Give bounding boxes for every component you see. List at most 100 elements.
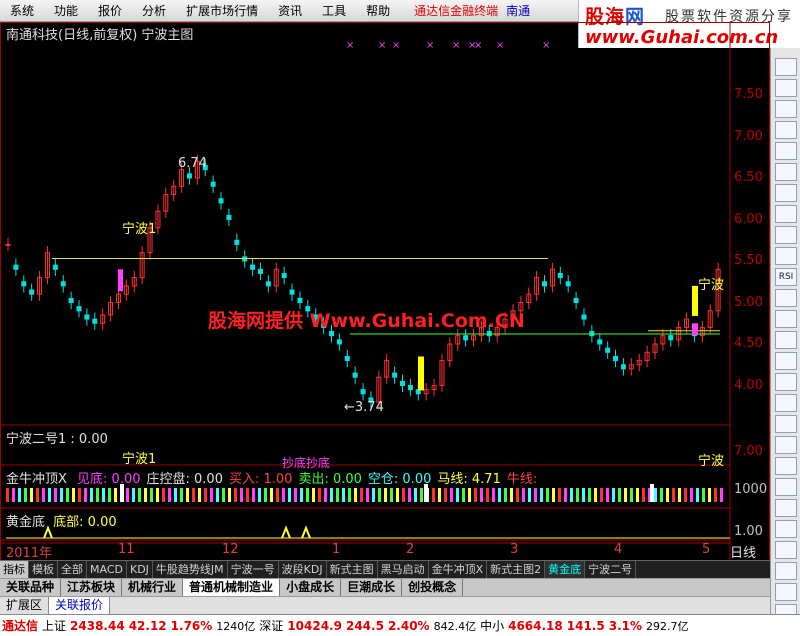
sector-tab[interactable]: 关联品种 <box>0 579 62 596</box>
toolbar-button[interactable] <box>775 79 797 97</box>
sector-tab[interactable]: 普通机械制造业 <box>183 579 281 596</box>
toolbar-button[interactable] <box>775 58 797 76</box>
volume-bar <box>6 488 9 502</box>
panel2-axis: 1000 <box>734 482 768 497</box>
price-tick-label: 7.50 <box>734 87 763 102</box>
volume-bar <box>12 488 15 502</box>
candle-body <box>360 389 366 395</box>
ext-tab[interactable]: 扩展区 <box>0 597 50 614</box>
candle-body <box>597 339 603 345</box>
stock-name-short: 南通 <box>506 4 531 18</box>
volume-bar <box>234 488 237 502</box>
toolbar-button[interactable] <box>775 142 797 160</box>
menu-quote[interactable]: 报价 <box>88 0 132 22</box>
indicator-tab[interactable]: 波段KDJ <box>279 561 327 578</box>
toolbar-button[interactable] <box>775 562 797 580</box>
toolbar-button[interactable]: RSI <box>775 268 797 286</box>
toolbar-button[interactable] <box>775 184 797 202</box>
indicator-tab[interactable]: KDJ <box>127 561 153 578</box>
candle-body <box>21 281 27 287</box>
toolbar-button[interactable] <box>775 163 797 181</box>
candle-body <box>76 306 82 312</box>
ext-tab[interactable]: 关联报价 <box>49 597 111 614</box>
toolbar-button[interactable] <box>775 247 797 265</box>
panel2-name: 金牛冲顶X <box>6 472 67 487</box>
indicator-tab[interactable]: 黑马启动 <box>378 561 429 578</box>
sector-tab[interactable]: 创投概念 <box>402 579 464 596</box>
toolbar-button[interactable] <box>775 478 797 496</box>
toolbar-button[interactable] <box>775 352 797 370</box>
indicator-tab[interactable]: 全部 <box>58 561 87 578</box>
top-marker: × <box>392 40 400 51</box>
period-label[interactable]: 日线 <box>730 542 756 561</box>
toolbar-button[interactable] <box>775 499 797 517</box>
volume-bar <box>600 488 603 502</box>
menu-tools[interactable]: 工具 <box>312 0 356 22</box>
zx-index-pct: 3.1% <box>608 618 642 633</box>
volume-bar <box>660 488 663 502</box>
candle-body <box>68 297 74 304</box>
sector-tab[interactable]: 机械行业 <box>122 579 184 596</box>
sz-index-change: 244.5 <box>345 618 384 633</box>
menu-system[interactable]: 系统 <box>0 0 44 22</box>
indicator-tab[interactable]: 牛股趋势线JM <box>153 561 228 578</box>
sector-tab[interactable]: 小盘成长 <box>280 579 342 596</box>
menu-help[interactable]: 帮助 <box>356 0 400 22</box>
sector-tab[interactable]: 江苏板块 <box>61 579 123 596</box>
toolbar-button[interactable] <box>775 436 797 454</box>
toolbar-button[interactable] <box>775 373 797 391</box>
zx-index-name[interactable]: 中小 <box>478 617 506 634</box>
top-marker: × <box>378 40 386 51</box>
candle-body <box>265 281 271 287</box>
menu-function[interactable]: 功能 <box>44 0 88 22</box>
toolbar-button[interactable] <box>775 541 797 559</box>
toolbar-button[interactable] <box>775 520 797 538</box>
volume-bar <box>228 488 231 502</box>
toolbar-button[interactable] <box>775 205 797 223</box>
sector-tab[interactable]: 巨潮成长 <box>341 579 403 596</box>
price-tick-label: 4.50 <box>734 336 763 351</box>
volume-bar <box>420 488 423 502</box>
indicator-tab[interactable]: 宁波二号 <box>585 561 637 578</box>
volume-bar <box>48 488 51 502</box>
panel2-field: 卖出: 0.00 <box>298 472 362 487</box>
toolbar-button[interactable] <box>775 289 797 307</box>
sz-index-pct: 2.40% <box>387 618 430 633</box>
volume-bar <box>30 488 33 502</box>
candle-body <box>407 385 413 391</box>
indicator-tab[interactable]: 指标 <box>0 561 29 578</box>
toolbar-button[interactable] <box>775 394 797 412</box>
sh-index-name[interactable]: 上证 <box>40 617 68 634</box>
indicator-tab[interactable]: 宁波一号 <box>228 561 279 578</box>
panel2-header: 金牛冲顶X 见底: 0.00 庄控盘: 0.00 买入: 1.00 卖出: 0.00 空… <box>6 468 537 487</box>
indicator-tab[interactable]: 金牛冲顶X <box>429 561 488 578</box>
menu-info[interactable]: 资讯 <box>268 0 312 22</box>
toolbar-button[interactable] <box>775 121 797 139</box>
volume-bar <box>696 488 699 502</box>
indicator-tab[interactable]: MACD <box>87 561 127 578</box>
volume-bar <box>186 488 189 502</box>
toolbar-button[interactable] <box>775 415 797 433</box>
menu-analysis[interactable]: 分析 <box>132 0 176 22</box>
panel2-field: 买入: 1.00 <box>228 472 293 487</box>
toolbar-button[interactable] <box>775 310 797 328</box>
indicator-tab[interactable]: 黄金底 <box>545 561 586 578</box>
indicator-tab[interactable]: 新式主图 <box>327 561 378 578</box>
ext-tabbar: 扩展区 关联报价 <box>0 596 770 614</box>
candle-body <box>5 243 11 246</box>
date-tick-label: 12 <box>222 542 239 557</box>
indicator-tab[interactable]: 新式主图2 <box>487 561 546 578</box>
sz-index-name[interactable]: 深证 <box>257 617 285 634</box>
signal-ningbo1: 宁波1 <box>122 222 157 237</box>
toolbar-button[interactable] <box>775 100 797 118</box>
indicator-tab[interactable]: 模板 <box>29 561 58 578</box>
toolbar-button[interactable] <box>775 331 797 349</box>
volume-bar <box>408 488 411 502</box>
volume-bar <box>240 488 243 502</box>
sh-index-value: 2438.44 <box>70 618 125 633</box>
volume-bar <box>414 488 417 502</box>
toolbar-button[interactable] <box>775 457 797 475</box>
menu-ext-market[interactable]: 扩展市场行情 <box>176 0 268 22</box>
toolbar-button[interactable] <box>775 226 797 244</box>
toolbar-button[interactable] <box>775 583 797 601</box>
